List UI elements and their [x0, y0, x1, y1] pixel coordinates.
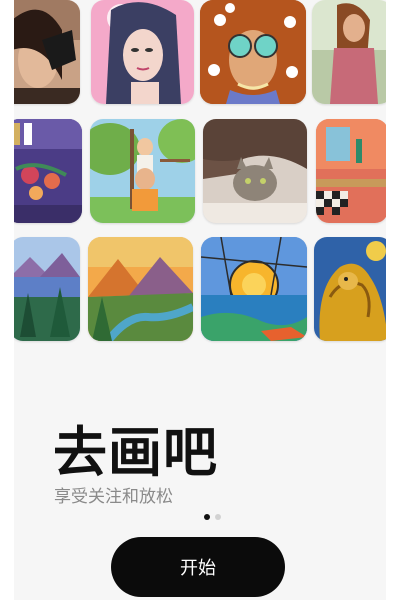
gallery-tile-interior-table[interactable] [316, 119, 386, 223]
gallery-tile-lake-landscape[interactable] [14, 237, 80, 341]
page-indicator-dot-active [204, 514, 210, 520]
gallery-tile-woman-portrait[interactable] [14, 0, 80, 104]
gallery-tile-woman-sunglasses-flowers[interactable] [200, 0, 306, 104]
start-button[interactable]: 开始 [111, 537, 285, 597]
gallery-tile-kids-playground[interactable] [90, 119, 195, 223]
page-subtitle: 享受关注和放松 [54, 487, 173, 507]
gallery-tile-anime-girl-portrait[interactable] [91, 0, 194, 104]
gallery-tile-bookshelf-flowers[interactable] [14, 119, 82, 223]
gallery-tile-stained-glass-sunset[interactable] [201, 237, 307, 341]
page-title: 去画吧 [53, 421, 218, 484]
gallery-tile-woman-dress[interactable] [312, 0, 386, 104]
gallery-tile-golden-lion[interactable] [314, 237, 386, 341]
page-indicator [204, 514, 221, 520]
onboarding-panel: 去画吧 享受关注和放松 [14, 0, 386, 600]
onboarding-screen: 去画吧 享受关注和放松 开始 [0, 0, 400, 600]
gallery-tile-mountain-sunset-river[interactable] [88, 237, 193, 341]
gallery-tile-cat-under-blanket[interactable] [203, 119, 307, 223]
page-indicator-dot [215, 514, 221, 520]
